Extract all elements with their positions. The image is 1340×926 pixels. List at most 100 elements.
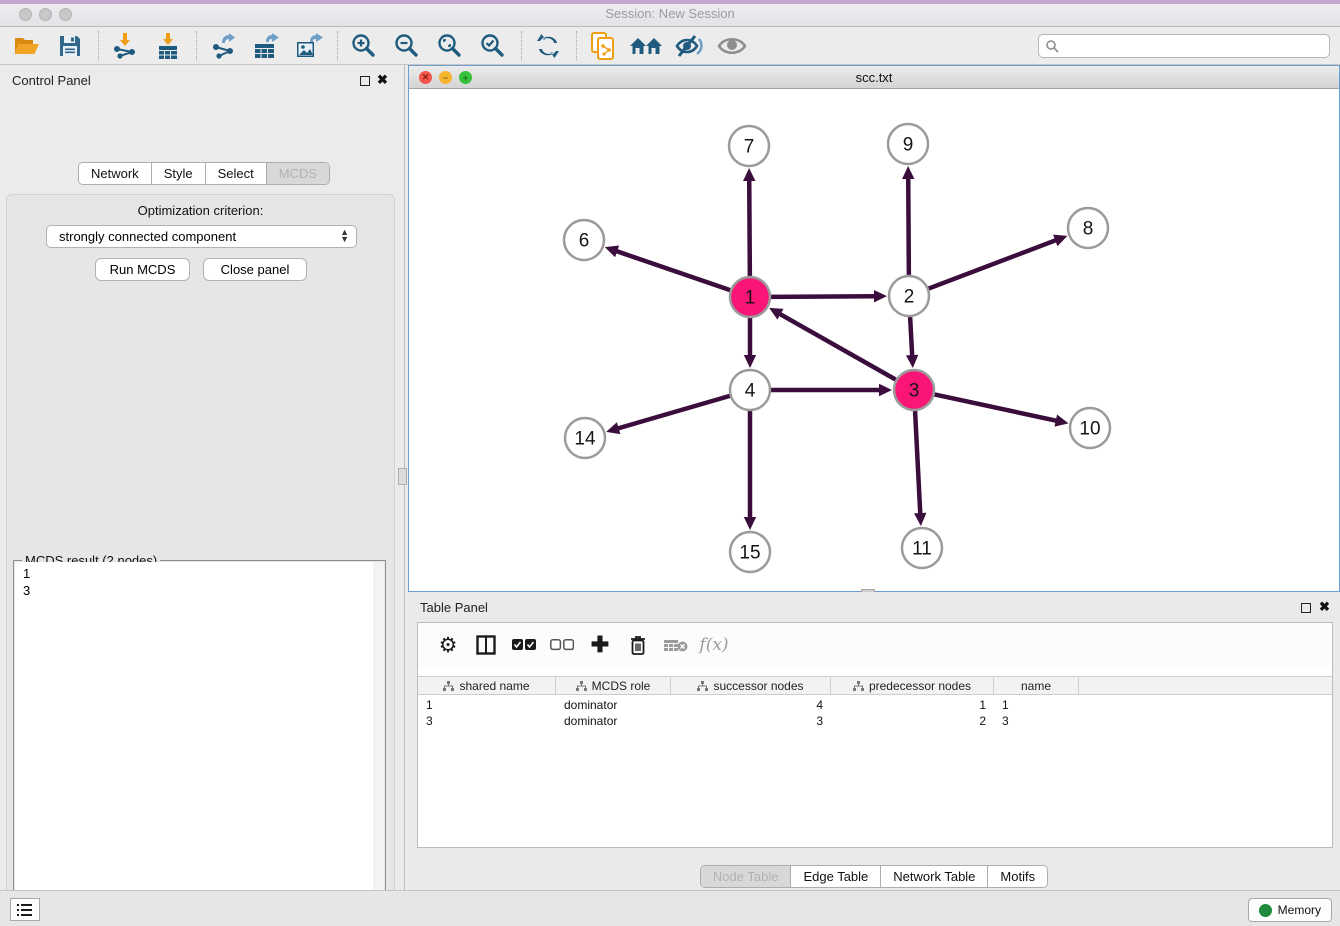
node-label: 4	[745, 381, 756, 402]
vertical-scrollbar[interactable]	[373, 562, 384, 924]
import-network-icon[interactable]	[108, 30, 142, 62]
zoom-selected-icon[interactable]	[476, 30, 510, 62]
column-header-predecessor-nodes[interactable]: predecessor nodes	[831, 677, 994, 694]
export-image-icon[interactable]	[292, 30, 326, 62]
optimization-criterion-label: Optimization criterion:	[7, 203, 394, 218]
task-history-button[interactable]	[10, 898, 40, 921]
criterion-value: strongly connected component	[59, 229, 236, 244]
open-file-icon[interactable]	[10, 30, 44, 62]
hide-details-icon[interactable]	[672, 30, 706, 62]
node-9[interactable]: 9	[888, 124, 928, 164]
node-label: 3	[909, 381, 920, 402]
node-4[interactable]: 4	[730, 370, 770, 410]
float-table-panel-icon[interactable]	[1301, 603, 1311, 613]
tab-motifs[interactable]: Motifs	[988, 866, 1047, 887]
edge-3-1[interactable]	[780, 314, 896, 380]
mcds-panel: Optimization criterion: strongly connect…	[6, 194, 395, 926]
zoom-fit-icon[interactable]	[433, 30, 467, 62]
edge-arrowhead	[743, 168, 755, 181]
table-toolbar: ⚙ ✚ f(x)	[418, 623, 1332, 667]
node-2[interactable]: 2	[889, 276, 929, 316]
splitter-handle[interactable]	[398, 468, 407, 485]
edge-3-11[interactable]	[915, 411, 920, 514]
close-table-panel-icon[interactable]: ✖	[1319, 599, 1330, 615]
save-session-icon[interactable]	[53, 30, 87, 62]
split-columns-icon[interactable]	[468, 629, 504, 661]
criterion-select[interactable]: strongly connected component ▲▼	[46, 225, 357, 248]
tab-edge-table[interactable]: Edge Table	[791, 866, 881, 887]
zoom-out-icon[interactable]	[390, 30, 424, 62]
mcds-result-text[interactable]: 1 3	[15, 562, 373, 924]
edge-3-10[interactable]	[935, 394, 1057, 420]
edge-1-6[interactable]	[616, 251, 730, 290]
table-row[interactable]: 1 dominator 4 1 1	[418, 697, 1332, 713]
node-6[interactable]: 6	[564, 220, 604, 260]
node-label: 14	[574, 429, 596, 450]
control-panel: Control Panel ✖ Network Style Select MCD…	[0, 65, 401, 890]
node-8[interactable]: 8	[1068, 208, 1108, 248]
function-builder-icon[interactable]: f(x)	[696, 629, 732, 661]
apply-layout-icon[interactable]	[531, 30, 565, 62]
tab-network[interactable]: Network	[79, 163, 152, 184]
tab-network-table[interactable]: Network Table	[881, 866, 988, 887]
column-header-shared-name[interactable]: shared name	[418, 677, 556, 694]
edge-4-14[interactable]	[618, 396, 730, 429]
tab-node-table[interactable]: Node Table	[701, 866, 792, 887]
tree-icon	[443, 681, 454, 691]
node-7[interactable]: 7	[729, 126, 769, 166]
close-panel-icon[interactable]: ✖	[377, 72, 388, 88]
run-mcds-button[interactable]: Run MCDS	[95, 258, 190, 281]
add-row-icon[interactable]: ✚	[582, 629, 618, 661]
network-frame-title: scc.txt	[409, 70, 1339, 85]
column-header-mcds-role[interactable]: MCDS role	[556, 677, 671, 694]
column-header-successor-nodes[interactable]: successor nodes	[671, 677, 831, 694]
node-10[interactable]: 10	[1070, 408, 1110, 448]
node-label: 2	[904, 287, 915, 308]
first-neighbors-icon[interactable]	[629, 30, 663, 62]
float-panel-icon[interactable]	[360, 76, 370, 86]
zoom-in-icon[interactable]	[347, 30, 381, 62]
edge-2-9[interactable]	[908, 178, 909, 275]
table-row[interactable]: 3 dominator 3 2 3	[418, 713, 1332, 729]
edge-arrowhead	[605, 246, 619, 258]
select-all-columns-icon[interactable]	[506, 629, 542, 661]
edge-1-7[interactable]	[749, 180, 750, 276]
edge-2-8[interactable]	[929, 240, 1057, 288]
network-frame-titlebar[interactable]: ✕ − + scc.txt	[409, 66, 1339, 89]
node-label: 6	[579, 231, 590, 252]
node-15[interactable]: 15	[730, 532, 770, 572]
window-title: Session: New Session	[0, 6, 1340, 21]
show-details-icon[interactable]	[715, 30, 749, 62]
control-panel-tabs: Network Style Select MCDS	[78, 162, 330, 185]
edge-2-3[interactable]	[910, 317, 912, 356]
node-3[interactable]: 3	[894, 370, 934, 410]
clone-network-icon[interactable]	[586, 30, 620, 62]
deselect-all-columns-icon[interactable]	[544, 629, 580, 661]
column-header-name[interactable]: name	[994, 677, 1079, 694]
node-label: 15	[739, 543, 760, 564]
node-11[interactable]: 11	[902, 528, 942, 568]
node-14[interactable]: 14	[565, 418, 605, 458]
edge-arrowhead	[874, 290, 887, 302]
edge-arrowhead	[914, 513, 926, 526]
edge-arrowhead	[1054, 415, 1068, 427]
delete-row-icon[interactable]	[620, 629, 656, 661]
tab-select[interactable]: Select	[206, 163, 267, 184]
export-table-icon[interactable]	[249, 30, 283, 62]
network-canvas[interactable]: 7 9 6 8 1 2 4 3 14 10 15 11	[409, 89, 1339, 592]
gear-icon[interactable]: ⚙	[430, 629, 466, 661]
delete-column-icon[interactable]	[658, 629, 694, 661]
search-icon	[1045, 39, 1059, 53]
edge-1-2[interactable]	[771, 296, 875, 297]
node-1[interactable]: 1	[730, 277, 770, 317]
tab-style[interactable]: Style	[152, 163, 206, 184]
import-table-icon[interactable]	[151, 30, 185, 62]
close-panel-button[interactable]: Close panel	[203, 258, 307, 281]
export-network-icon[interactable]	[206, 30, 240, 62]
tab-mcds[interactable]: MCDS	[267, 163, 329, 184]
mcds-result-box: MCDS result (2 nodes) 1 3	[13, 560, 386, 926]
node-label: 1	[745, 288, 756, 309]
list-icon	[17, 903, 33, 917]
memory-button[interactable]: Memory	[1248, 898, 1332, 922]
search-input[interactable]	[1059, 39, 1309, 53]
